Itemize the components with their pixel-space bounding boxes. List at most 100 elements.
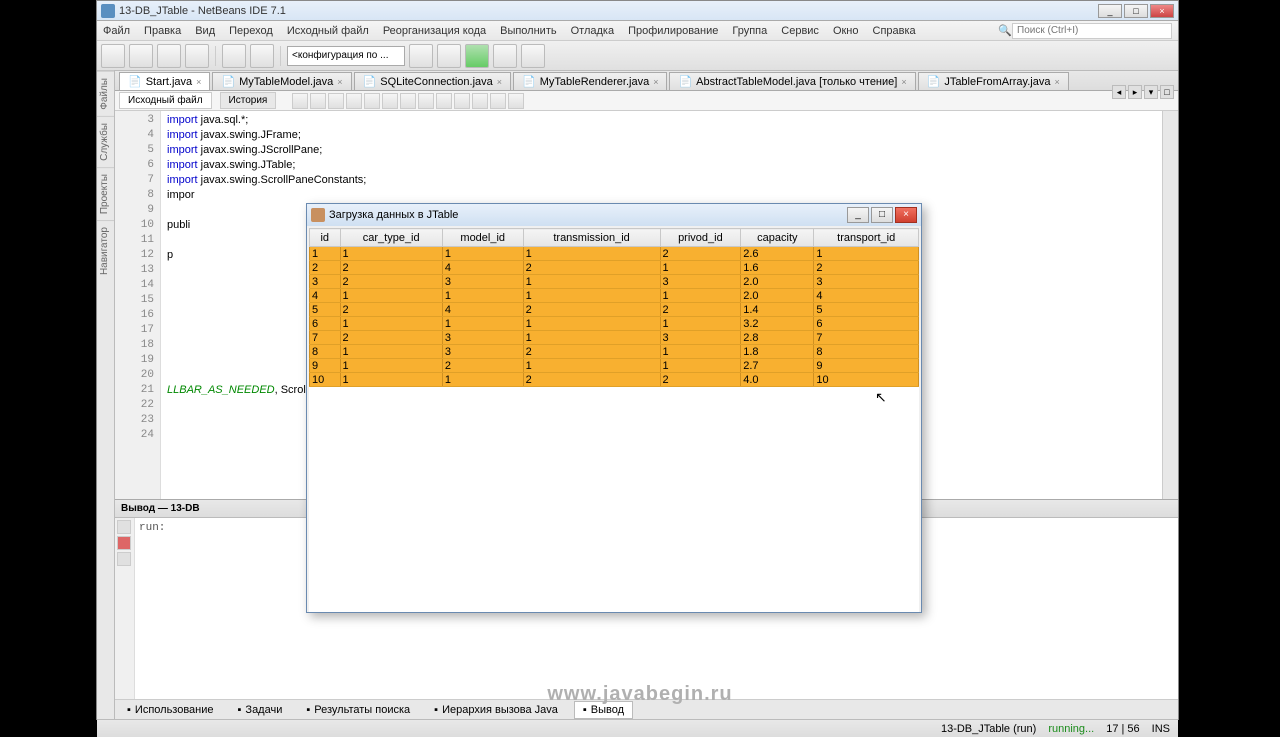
undo-button[interactable] xyxy=(222,44,246,68)
table-cell[interactable]: 4.0 xyxy=(741,373,814,387)
pane-menu-button[interactable]: ▾ xyxy=(1144,85,1158,99)
table-cell[interactable]: 8 xyxy=(310,345,341,359)
table-row[interactable]: 611113.26 xyxy=(310,317,919,331)
table-row[interactable]: 723132.87 xyxy=(310,331,919,345)
table-cell[interactable]: 6 xyxy=(310,317,341,331)
table-row[interactable]: 524221.45 xyxy=(310,303,919,317)
output-clear-icon[interactable] xyxy=(117,552,131,566)
menu-goto[interactable]: Переход xyxy=(229,25,273,37)
table-cell[interactable]: 1 xyxy=(442,247,523,261)
table-cell[interactable]: 1.4 xyxy=(741,303,814,317)
editor-tool-button[interactable] xyxy=(436,93,452,109)
close-tab-icon[interactable]: × xyxy=(196,77,201,87)
jtable[interactable]: idcar_type_idmodel_idtransmission_idpriv… xyxy=(309,228,919,387)
file-tab[interactable]: 📄JTableFromArray.java× xyxy=(918,72,1069,90)
clean-build-button[interactable] xyxy=(437,44,461,68)
table-cell[interactable]: 1 xyxy=(340,289,442,303)
editor-tool-button[interactable] xyxy=(472,93,488,109)
bottom-tab[interactable]: ▪Задачи xyxy=(230,702,291,718)
table-cell[interactable]: 1 xyxy=(340,317,442,331)
table-cell[interactable]: 9 xyxy=(814,359,919,373)
dialog-titlebar[interactable]: Загрузка данных в JTable _ □ × xyxy=(307,204,921,226)
table-cell[interactable]: 6 xyxy=(814,317,919,331)
table-cell[interactable]: 2 xyxy=(660,373,741,387)
table-cell[interactable]: 3 xyxy=(310,275,341,289)
table-cell[interactable]: 7 xyxy=(310,331,341,345)
new-project-button[interactable] xyxy=(129,44,153,68)
table-cell[interactable]: 1 xyxy=(660,261,741,275)
editor-tool-button[interactable] xyxy=(364,93,380,109)
table-cell[interactable]: 8 xyxy=(814,345,919,359)
output-stop-icon[interactable] xyxy=(117,536,131,550)
table-row[interactable]: 323132.03 xyxy=(310,275,919,289)
editor-tool-button[interactable] xyxy=(490,93,506,109)
dialog-close-button[interactable]: × xyxy=(895,207,917,223)
menu-window[interactable]: Окно xyxy=(833,25,859,37)
menu-refactor[interactable]: Реорганизация кода xyxy=(383,25,486,37)
table-cell[interactable]: 1 xyxy=(660,345,741,359)
editor-tool-button[interactable] xyxy=(292,93,308,109)
table-cell[interactable]: 1 xyxy=(523,359,660,373)
editor-tool-button[interactable] xyxy=(346,93,362,109)
search-input[interactable] xyxy=(1012,23,1172,39)
table-cell[interactable]: 2 xyxy=(340,331,442,345)
table-header[interactable]: transport_id xyxy=(814,229,919,247)
table-cell[interactable]: 1 xyxy=(814,247,919,261)
table-cell[interactable]: 3 xyxy=(442,275,523,289)
config-combo[interactable]: <конфигурация по ... xyxy=(287,46,405,66)
table-cell[interactable]: 2.0 xyxy=(741,275,814,289)
menu-debug[interactable]: Отладка xyxy=(571,25,614,37)
pane-right-button[interactable]: ▸ xyxy=(1128,85,1142,99)
table-cell[interactable]: 4 xyxy=(442,303,523,317)
menu-tools[interactable]: Сервис xyxy=(781,25,819,37)
pane-max-button[interactable]: □ xyxy=(1160,85,1174,99)
jtable-dialog[interactable]: Загрузка данных в JTable _ □ × idcar_typ… xyxy=(306,203,922,613)
table-cell[interactable]: 2 xyxy=(523,303,660,317)
table-row[interactable]: 224211.62 xyxy=(310,261,919,275)
table-cell[interactable]: 3 xyxy=(660,275,741,289)
tab-source[interactable]: Исходный файл xyxy=(119,92,212,109)
editor-tool-button[interactable] xyxy=(310,93,326,109)
close-tab-icon[interactable]: × xyxy=(653,77,658,87)
titlebar[interactable]: 13-DB_JTable - NetBeans IDE 7.1 _ □ × xyxy=(97,1,1178,21)
table-cell[interactable]: 1 xyxy=(340,345,442,359)
new-file-button[interactable] xyxy=(101,44,125,68)
file-tab[interactable]: 📄Start.java× xyxy=(119,72,210,90)
bottom-tab[interactable]: ▪Иерархия вызова Java xyxy=(426,702,566,718)
table-row[interactable]: 813211.88 xyxy=(310,345,919,359)
table-row[interactable]: 411112.04 xyxy=(310,289,919,303)
table-cell[interactable]: 2 xyxy=(660,303,741,317)
menu-team[interactable]: Группа xyxy=(732,25,767,37)
file-tab[interactable]: 📄SQLiteConnection.java× xyxy=(354,72,511,90)
table-cell[interactable]: 2 xyxy=(523,345,660,359)
dialog-minimize-button[interactable]: _ xyxy=(847,207,869,223)
table-row[interactable]: 912112.79 xyxy=(310,359,919,373)
table-cell[interactable]: 2 xyxy=(660,247,741,261)
table-cell[interactable]: 2 xyxy=(340,261,442,275)
table-cell[interactable]: 2 xyxy=(442,359,523,373)
table-cell[interactable]: 4 xyxy=(814,289,919,303)
table-cell[interactable]: 1 xyxy=(442,373,523,387)
table-cell[interactable]: 3 xyxy=(442,345,523,359)
profile-button[interactable] xyxy=(521,44,545,68)
table-cell[interactable]: 1 xyxy=(340,373,442,387)
table-cell[interactable]: 3 xyxy=(814,275,919,289)
table-cell[interactable]: 1 xyxy=(523,331,660,345)
table-header[interactable]: privod_id xyxy=(660,229,741,247)
table-cell[interactable]: 1 xyxy=(660,289,741,303)
editor-tool-button[interactable] xyxy=(508,93,524,109)
editor-tool-button[interactable] xyxy=(382,93,398,109)
close-button[interactable]: × xyxy=(1150,4,1174,18)
editor-tool-button[interactable] xyxy=(328,93,344,109)
open-button[interactable] xyxy=(157,44,181,68)
table-cell[interactable]: 2 xyxy=(523,373,660,387)
table-cell[interactable]: 1 xyxy=(523,317,660,331)
table-header[interactable]: car_type_id xyxy=(340,229,442,247)
table-cell[interactable]: 2 xyxy=(310,261,341,275)
sidebar-files[interactable]: Файлы xyxy=(97,71,114,116)
table-cell[interactable]: 1 xyxy=(340,359,442,373)
table-cell[interactable]: 2 xyxy=(340,303,442,317)
file-tab[interactable]: 📄MyTableRenderer.java× xyxy=(513,72,667,90)
menu-source[interactable]: Исходный файл xyxy=(287,25,369,37)
menu-edit[interactable]: Правка xyxy=(144,25,181,37)
